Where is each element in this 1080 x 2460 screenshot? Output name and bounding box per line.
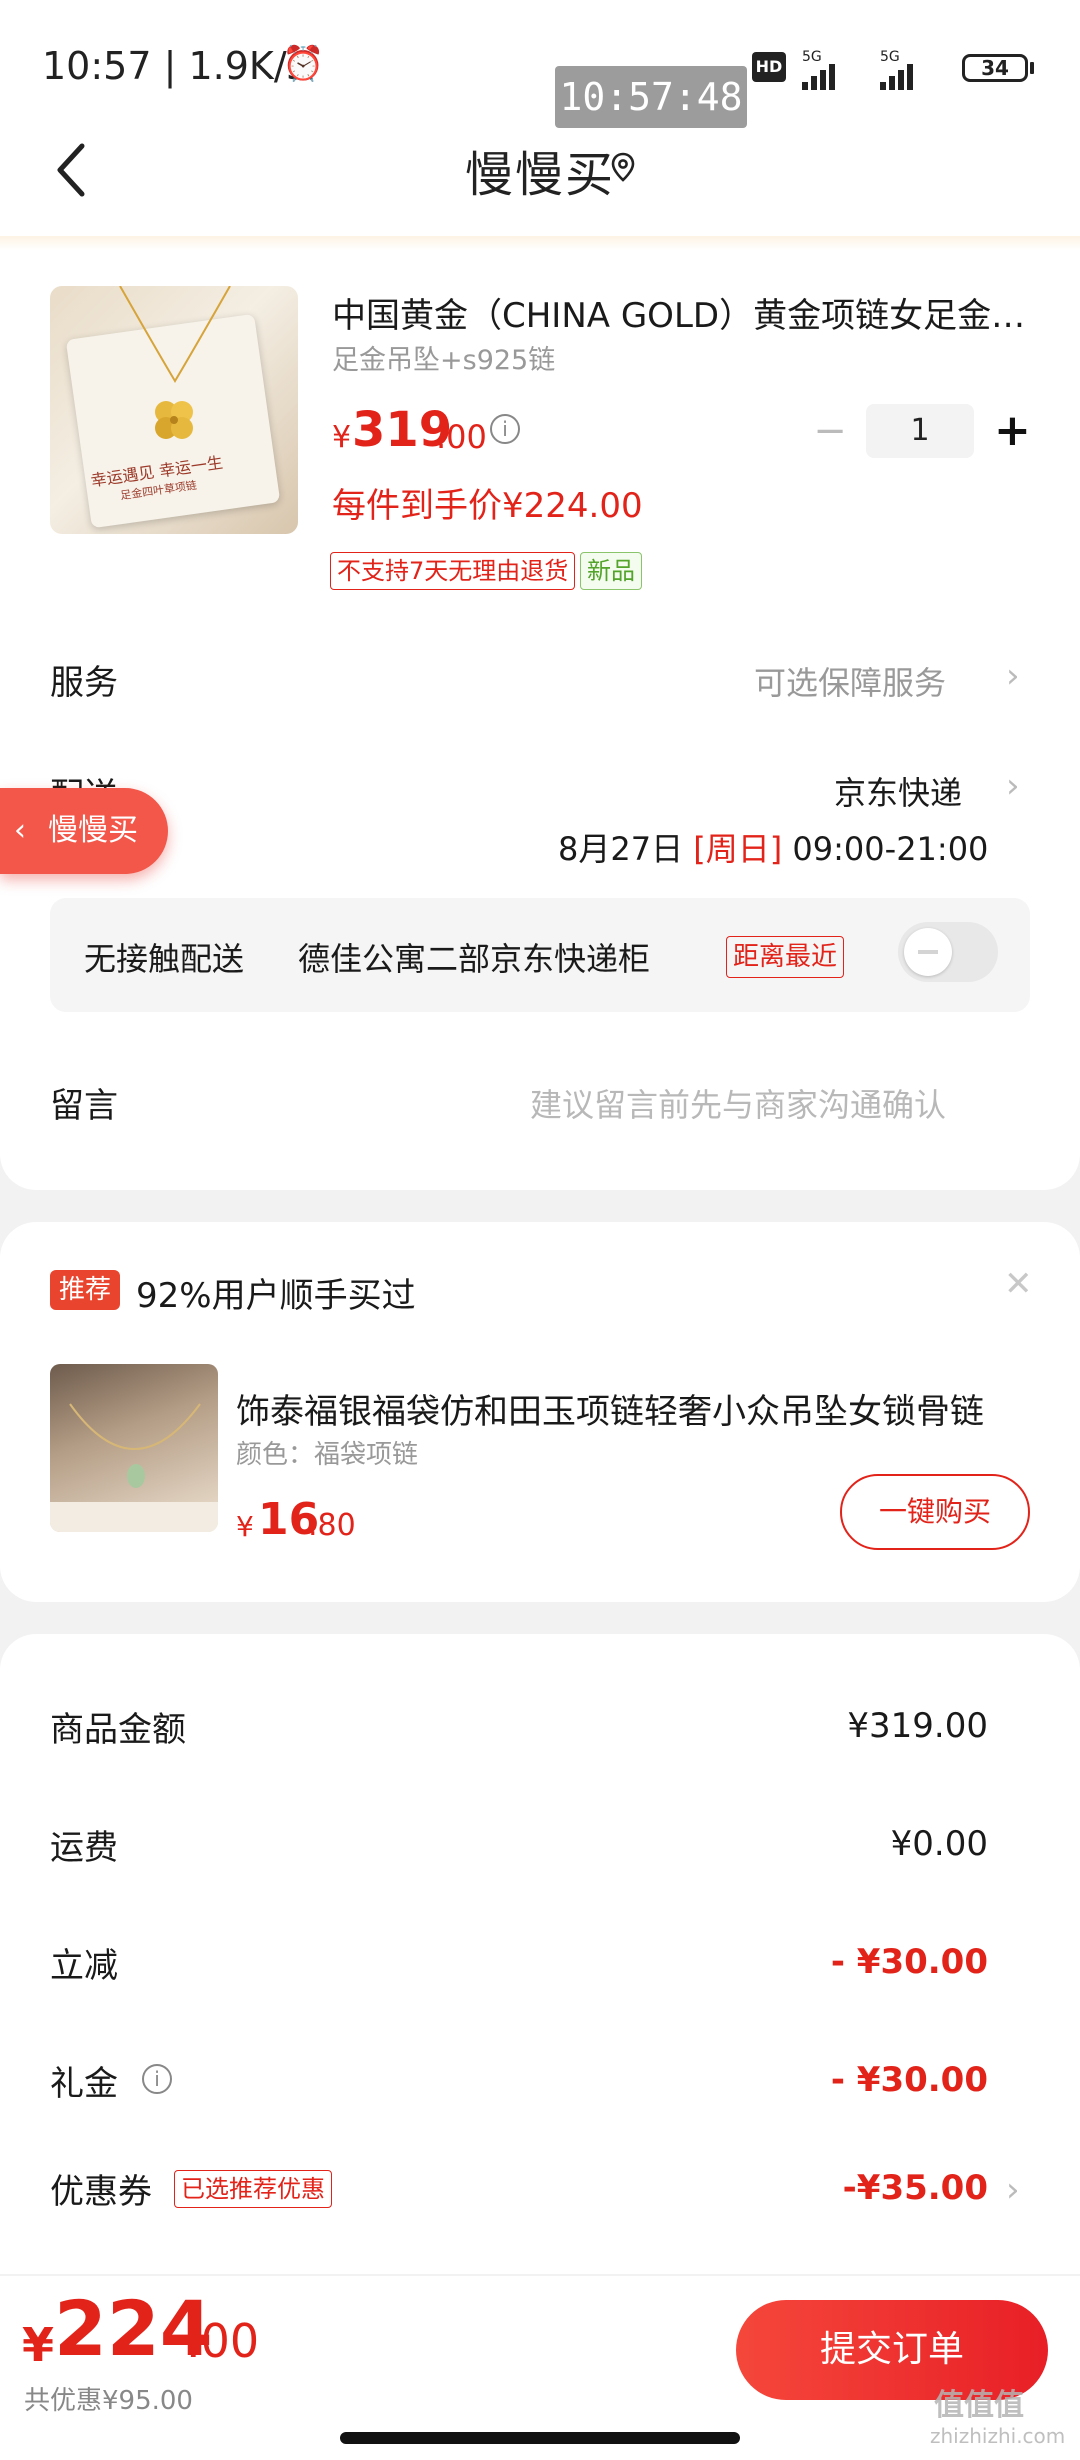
nearest-tag: 距离最近 xyxy=(726,936,845,978)
delivery-weekday: [周日] xyxy=(693,830,783,868)
product-title[interactable]: 中国黄金（CHINA GOLD）黄金项链女足金吊坠 xyxy=(332,288,1032,337)
total-decimal: .00 xyxy=(186,2314,260,2368)
watermark-logo: 值值值 xyxy=(934,2388,1024,2423)
toggle-off-icon xyxy=(918,950,938,954)
floating-app-button[interactable]: ‹ 慢慢买 xyxy=(0,788,168,874)
service-label: 服务 xyxy=(50,663,118,703)
necklace-model-icon xyxy=(50,1403,218,1532)
price-info-icon[interactable]: i xyxy=(490,414,520,444)
message-label: 留言 xyxy=(50,1086,118,1126)
recommend-price-symbol: ¥ xyxy=(236,1510,254,1543)
delivery-time[interactable]: 8月27日 [周日] 09:00-21:00 xyxy=(558,824,988,870)
chevron-right-icon[interactable]: › xyxy=(1006,2170,1020,2210)
coupon-value[interactable]: -¥35.00 xyxy=(843,2168,988,2208)
battery-tip xyxy=(1030,62,1034,74)
signal-icon-1: 5G xyxy=(802,50,838,90)
recommend-product-image[interactable] xyxy=(50,1364,218,1532)
recommend-product-name[interactable]: 饰泰福银福袋仿和田玉项链轻奢小众吊坠女锁骨链 xyxy=(236,1384,1032,1433)
instant-discount-label: 立减 xyxy=(50,1946,118,1986)
locker-name: 德佳公寓二部京东快递柜 xyxy=(298,940,651,978)
header-gradient xyxy=(0,236,1080,250)
clock-overlay: 10:57:48 xyxy=(555,66,747,128)
delivery-carrier[interactable]: 京东快递 xyxy=(834,768,962,814)
home-indicator[interactable] xyxy=(340,2432,740,2444)
quantity-input[interactable]: 1 xyxy=(866,404,974,458)
close-icon[interactable]: ✕ xyxy=(1004,1264,1033,1304)
one-click-buy-button[interactable]: 一键购买 xyxy=(840,1474,1030,1550)
recommend-price-decimal: .80 xyxy=(308,1508,356,1543)
no-return-tag: 不支持7天无理由退货 xyxy=(330,552,576,590)
goods-amount-label: 商品金额 xyxy=(50,1710,186,1750)
service-value[interactable]: 可选保障服务 xyxy=(754,658,946,704)
quantity-decrease-button[interactable]: − xyxy=(812,406,848,456)
alarm-icon: ⏰ xyxy=(282,44,325,84)
coupon-recommended-tag: 已选推荐优惠 xyxy=(174,2170,332,2208)
total-symbol: ¥ xyxy=(22,2318,55,2372)
quantity-increase-button[interactable]: + xyxy=(994,404,1031,458)
chevron-left-icon: ‹ xyxy=(14,813,26,848)
price-symbol: ¥ xyxy=(332,420,352,455)
shipping-label: 运费 xyxy=(50,1828,118,1868)
delivery-date: 8月27日 xyxy=(558,830,684,868)
chevron-right-icon[interactable]: › xyxy=(1006,766,1020,806)
coupon-label: 优惠券 xyxy=(50,2172,152,2212)
recommend-title: 92%用户顺手买过 xyxy=(136,1276,416,1316)
status-time: 10:57 | 1.9K/s xyxy=(42,44,307,88)
product-spec: 足金吊坠+s925链 xyxy=(332,345,556,376)
recommend-badge: 推荐 xyxy=(50,1270,120,1310)
instant-discount-value: - ¥30.00 xyxy=(830,1942,988,1982)
page-title: 慢慢买 xyxy=(464,147,615,203)
delivery-time-window: 09:00-21:00 xyxy=(792,830,989,868)
location-pin-icon[interactable] xyxy=(610,152,636,182)
final-unit-price: 每件到手价¥224.00 xyxy=(332,486,643,526)
clover-pendant-icon xyxy=(155,401,193,439)
floating-app-label: 慢慢买 xyxy=(48,813,138,848)
battery-icon: 34 xyxy=(962,54,1028,82)
new-product-tag: 新品 xyxy=(580,552,642,590)
product-image[interactable]: 幸运遇见 幸运一生 足金四叶草项链 xyxy=(50,286,298,534)
watermark-url: zhizhizhi.com xyxy=(930,2424,1066,2448)
gift-money-value: - ¥30.00 xyxy=(830,2060,988,2100)
recommend-product-spec: 颜色：福袋项链 xyxy=(236,1440,419,1470)
shipping-value: ¥0.00 xyxy=(890,1824,988,1864)
gift-money-label: 礼金 xyxy=(50,2064,118,2104)
signal-icon-2: 5G xyxy=(880,50,916,90)
hd-icon: HD xyxy=(752,52,786,82)
message-input[interactable]: 建议留言前先与商家沟通确认 xyxy=(530,1080,946,1126)
gift-info-icon[interactable]: i xyxy=(142,2064,172,2094)
price-decimal: .00 xyxy=(436,418,487,456)
chevron-right-icon[interactable]: › xyxy=(1006,656,1020,696)
goods-amount-value: ¥319.00 xyxy=(847,1706,988,1746)
contactless-label: 无接触配送 xyxy=(84,940,245,978)
total-savings: 共优惠¥95.00 xyxy=(24,2386,193,2416)
